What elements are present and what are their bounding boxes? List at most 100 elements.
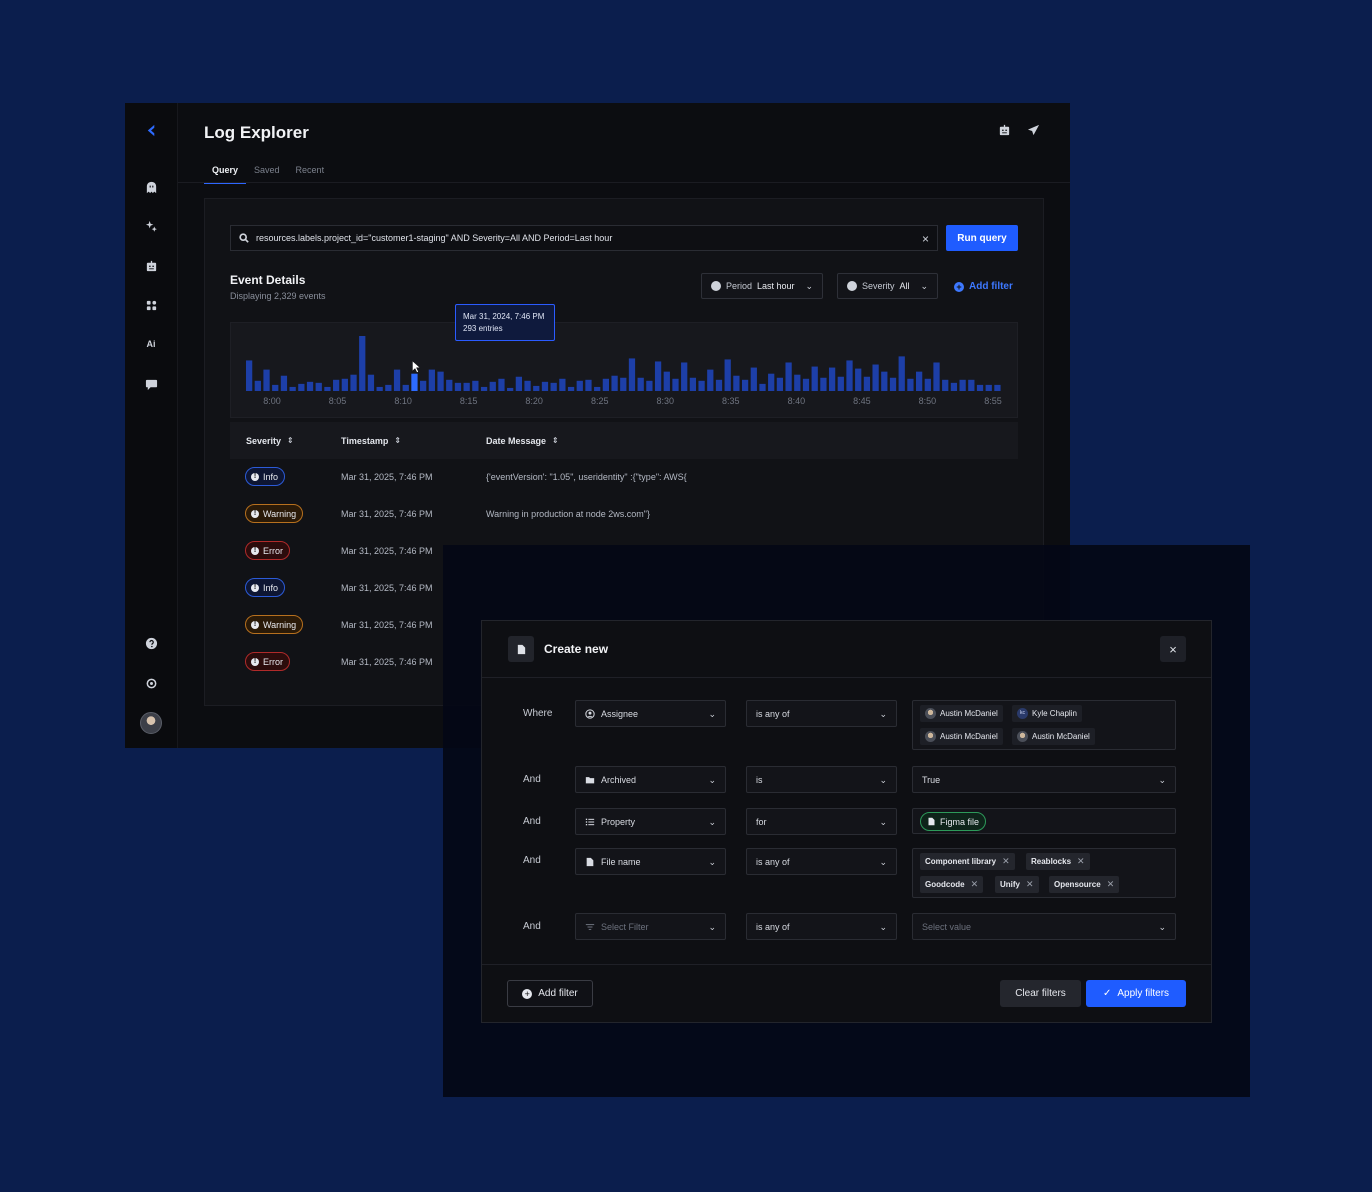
histogram-bar[interactable] [828, 367, 836, 391]
histogram-bar[interactable] [776, 377, 784, 391]
histogram-bar[interactable] [602, 378, 610, 391]
histogram-bar[interactable] [611, 375, 618, 391]
histogram-bar[interactable] [298, 383, 305, 391]
histogram-bar[interactable] [533, 385, 540, 391]
tag-chip[interactable]: Opensource ✕ [1049, 876, 1120, 893]
histogram-bar[interactable] [837, 376, 844, 391]
histogram-bar[interactable] [263, 369, 270, 391]
histogram-bar[interactable] [246, 360, 253, 391]
help-icon[interactable] [142, 634, 160, 652]
histogram-bar[interactable] [785, 362, 792, 391]
histogram-bar[interactable] [280, 375, 288, 391]
tab-query[interactable]: Query [204, 163, 247, 184]
histogram-bar[interactable] [802, 378, 810, 391]
value-select[interactable]: True ⌄ [912, 766, 1176, 793]
ghost-icon[interactable] [142, 178, 160, 196]
tag-chip[interactable]: Reablocks ✕ [1026, 853, 1090, 870]
period-filter[interactable]: Period Last hour ⌄ [701, 273, 824, 299]
histogram-bar[interactable] [698, 380, 705, 391]
field-select-archived[interactable]: Archived ⌄ [575, 766, 726, 793]
file-tags-box[interactable]: Component library ✕ Reablocks ✕ Goodcode ✕ … [912, 848, 1176, 898]
histogram-bar[interactable] [881, 371, 888, 391]
histogram-bar[interactable] [515, 376, 522, 391]
histogram-bar[interactable] [672, 378, 679, 391]
property-value-box[interactable]: Figma file [912, 808, 1176, 834]
apps-icon[interactable] [142, 296, 160, 314]
histogram-bar[interactable] [620, 377, 627, 391]
histogram-bar[interactable] [541, 381, 549, 391]
histogram-bar[interactable] [333, 379, 340, 391]
histogram-bar[interactable] [393, 369, 401, 391]
ai-icon[interactable]: Ai [142, 335, 160, 353]
assignee-chip[interactable]: Austin McDaniel [1012, 728, 1095, 745]
close-icon[interactable]: ✕ [1077, 856, 1085, 867]
close-icon[interactable]: ✕ [971, 879, 979, 890]
histogram-bar[interactable] [341, 378, 348, 391]
histogram-bar[interactable] [733, 375, 740, 391]
col-timestamp[interactable]: Timestamp ⇕ [341, 436, 401, 446]
histogram-bar[interactable] [437, 371, 444, 391]
close-icon[interactable]: ✕ [1026, 879, 1034, 890]
robot-icon[interactable] [998, 124, 1011, 142]
histogram-bar[interactable] [628, 358, 636, 391]
histogram-bar[interactable] [933, 362, 940, 391]
histogram-bar[interactable] [480, 386, 488, 391]
figma-file-chip[interactable]: Figma file [920, 812, 987, 831]
value-select[interactable]: Select value ⌄ [912, 913, 1176, 940]
field-select-property[interactable]: Property ⌄ [575, 808, 726, 835]
histogram-bar[interactable] [985, 384, 992, 391]
histogram-bar[interactable] [489, 381, 496, 391]
query-input[interactable]: resources.labels.project_id="customer1-s… [230, 225, 938, 251]
tag-chip[interactable]: Unify ✕ [995, 876, 1039, 893]
histogram-bar[interactable] [559, 378, 566, 391]
operator-select[interactable]: is any of ⌄ [746, 913, 897, 940]
histogram-bar[interactable] [889, 377, 897, 391]
histogram-bar[interactable] [768, 373, 775, 391]
histogram-bar[interactable] [663, 371, 670, 391]
histogram-bar[interactable] [576, 380, 583, 391]
tag-chip[interactable]: Goodcode ✕ [920, 876, 984, 893]
histogram-bar[interactable] [315, 382, 322, 391]
assignee-value-box[interactable]: Austin McDaniel kc Kyle Chaplin Austin Mc… [912, 700, 1176, 750]
histogram-bar[interactable] [367, 374, 375, 391]
histogram-bar[interactable] [863, 376, 871, 391]
operator-select[interactable]: is any of ⌄ [746, 700, 897, 727]
field-select-filename[interactable]: File name ⌄ [575, 848, 726, 875]
histogram-bar[interactable] [994, 384, 1001, 391]
histogram-bar[interactable] [846, 360, 853, 391]
histogram-bar[interactable] [446, 379, 453, 391]
clear-filters-button[interactable]: Clear filters [1000, 980, 1081, 1007]
close-icon[interactable]: ✕ [1002, 856, 1010, 867]
histogram-bar[interactable] [872, 364, 879, 391]
histogram-bar[interactable] [254, 380, 261, 391]
histogram-bar[interactable] [272, 384, 279, 391]
histogram-bar[interactable] [741, 379, 749, 391]
histogram-bar[interactable] [950, 382, 958, 391]
histogram-bar[interactable] [811, 366, 818, 391]
tag-chip[interactable]: Component library ✕ [920, 853, 1015, 870]
histogram-bar[interactable] [942, 379, 949, 391]
histogram-bar[interactable] [898, 356, 905, 391]
close-button[interactable]: × [1160, 636, 1186, 662]
severity-filter[interactable]: Severity All ⌄ [837, 273, 939, 299]
histogram-bar[interactable] [976, 384, 984, 391]
operator-select[interactable]: is any of ⌄ [746, 848, 897, 875]
robot-icon[interactable] [142, 257, 160, 275]
histogram-bar[interactable] [524, 380, 531, 391]
histogram-bar[interactable] [550, 382, 557, 391]
histogram-bar[interactable] [646, 380, 653, 391]
histogram-bar[interactable] [820, 377, 827, 391]
field-select-assignee[interactable]: Assignee ⌄ [575, 700, 726, 727]
tab-saved[interactable]: Saved [246, 163, 288, 184]
col-severity[interactable]: Severity ⇕ [246, 436, 294, 446]
tab-recent[interactable]: Recent [288, 163, 333, 184]
histogram-bar[interactable] [376, 386, 383, 391]
histogram-bar[interactable] [959, 379, 966, 391]
histogram-bar[interactable] [585, 379, 592, 391]
send-icon[interactable] [1027, 124, 1040, 142]
histogram-bar[interactable] [289, 386, 296, 391]
histogram-bar[interactable] [637, 377, 644, 391]
histogram-bar[interactable] [654, 361, 662, 391]
logo-icon[interactable] [142, 121, 160, 139]
histogram-bar[interactable] [750, 367, 757, 391]
